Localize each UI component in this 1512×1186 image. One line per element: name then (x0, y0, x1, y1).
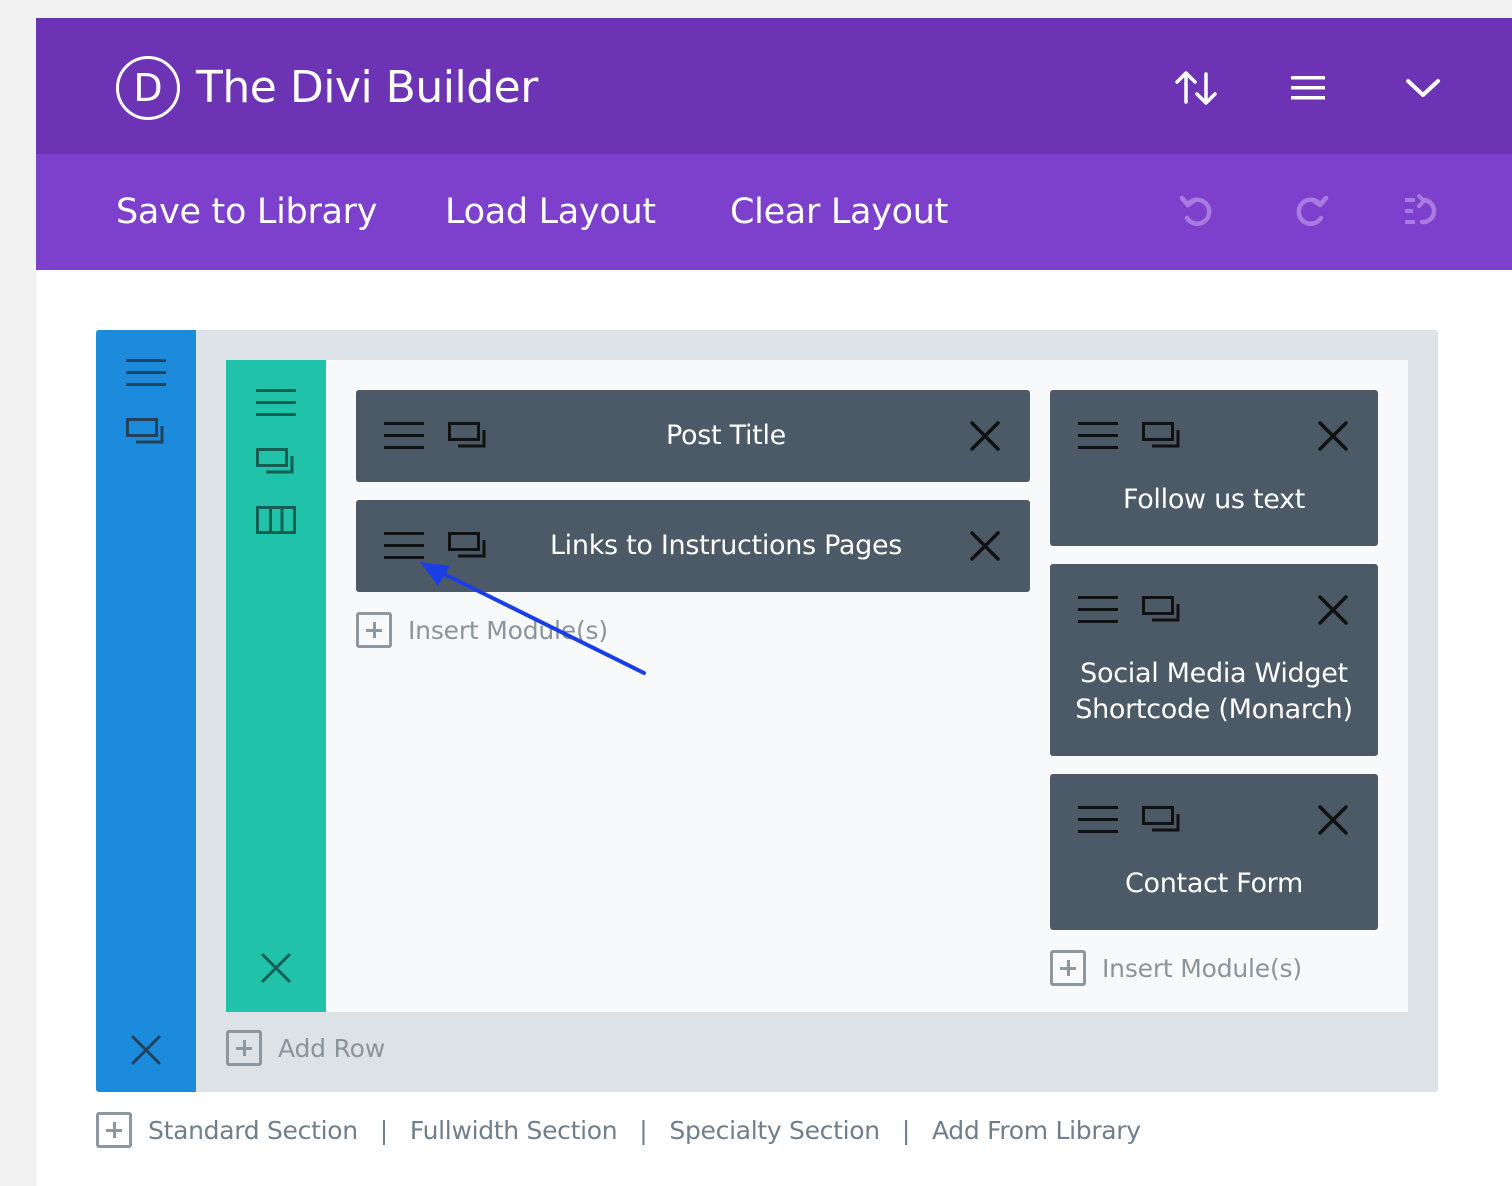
module-delete-icon[interactable] (970, 421, 1000, 451)
module-follow-us-text[interactable]: Follow us text (1050, 390, 1378, 546)
module-move-icon[interactable] (1078, 805, 1118, 835)
divi-logo: D (116, 56, 180, 120)
module-move-icon[interactable] (384, 421, 424, 451)
separator: | (379, 1115, 388, 1145)
plus-icon[interactable] (96, 1112, 132, 1148)
row-settings-icon[interactable] (256, 448, 296, 476)
insert-module-button[interactable]: Insert Module(s) (356, 612, 608, 648)
sort-arrows-icon[interactable] (1172, 66, 1220, 110)
builder-toolbar: Save to Library Load Layout Clear Layout (36, 154, 1512, 270)
app-title: The Divi Builder (196, 62, 538, 113)
insert-module-label: Insert Module(s) (1102, 953, 1302, 983)
row-columns-icon[interactable] (256, 506, 296, 534)
row-controls (226, 360, 326, 1012)
module-settings-icon[interactable] (448, 532, 488, 560)
standard-section-link[interactable]: Standard Section (148, 1116, 358, 1145)
row: Post Title Links to Instructions Pages I… (226, 360, 1408, 1012)
builder-header: D The Divi Builder (36, 18, 1512, 154)
module-move-icon[interactable] (384, 531, 424, 561)
menu-icon[interactable] (1284, 66, 1332, 110)
section-delete-icon[interactable] (130, 1034, 162, 1066)
module-title-line-1: Social Media Widget (1080, 658, 1348, 689)
separator: | (901, 1115, 910, 1145)
module-links-instructions[interactable]: Links to Instructions Pages (356, 500, 1030, 592)
fullwidth-section-link[interactable]: Fullwidth Section (410, 1116, 618, 1145)
module-delete-icon[interactable] (1318, 805, 1348, 835)
section-controls (96, 330, 196, 1092)
add-from-library-link[interactable]: Add From Library (932, 1116, 1141, 1145)
save-to-library-button[interactable]: Save to Library (116, 190, 377, 234)
module-settings-icon[interactable] (448, 422, 488, 450)
module-post-title[interactable]: Post Title (356, 390, 1030, 482)
module-settings-icon[interactable] (1142, 806, 1182, 834)
redo-icon[interactable] (1290, 192, 1330, 232)
insert-module-button[interactable]: Insert Module(s) (1050, 950, 1302, 986)
module-delete-icon[interactable] (970, 531, 1000, 561)
module-title: Post Title (666, 420, 786, 451)
clear-layout-button[interactable]: Clear Layout (730, 190, 948, 234)
module-title-line-2: Shortcode (Monarch) (1075, 694, 1353, 725)
module-move-icon[interactable] (1078, 421, 1118, 451)
module-title: Follow us text (1122, 484, 1306, 515)
module-social-media-widget[interactable]: Social Media Widget Shortcode (Monarch) (1050, 564, 1378, 756)
row-delete-icon[interactable] (260, 952, 292, 984)
divi-builder-panel: D The Divi Builder Save to Library Load … (36, 18, 1512, 1186)
module-delete-icon[interactable] (1318, 595, 1348, 625)
load-layout-button[interactable]: Load Layout (445, 190, 656, 234)
row-move-icon[interactable] (256, 388, 296, 418)
module-delete-icon[interactable] (1318, 421, 1348, 451)
module-move-icon[interactable] (1078, 595, 1118, 625)
module-contact-form[interactable]: Contact Form (1050, 774, 1378, 930)
plus-icon (226, 1030, 262, 1066)
section-settings-icon[interactable] (126, 418, 166, 446)
module-settings-icon[interactable] (1142, 422, 1182, 450)
section-move-icon[interactable] (126, 358, 166, 388)
specialty-section-link[interactable]: Specialty Section (669, 1116, 880, 1145)
plus-icon (356, 612, 392, 648)
module-title: Contact Form (1124, 868, 1304, 899)
plus-icon (1050, 950, 1086, 986)
separator: | (639, 1115, 648, 1145)
add-row-label: Add Row (278, 1033, 385, 1063)
add-section-links: Standard Section | Fullwidth Section | S… (96, 1112, 1141, 1148)
add-row-button[interactable]: Add Row (226, 1030, 385, 1066)
standard-section: Post Title Links to Instructions Pages I… (96, 330, 1438, 1092)
module-settings-icon[interactable] (1142, 596, 1182, 624)
undo-icon[interactable] (1178, 192, 1218, 232)
module-title: Links to Instructions Pages (549, 530, 903, 561)
insert-module-label: Insert Module(s) (408, 615, 608, 645)
chevron-down-icon[interactable] (1399, 66, 1447, 110)
history-icon[interactable] (1402, 192, 1442, 232)
